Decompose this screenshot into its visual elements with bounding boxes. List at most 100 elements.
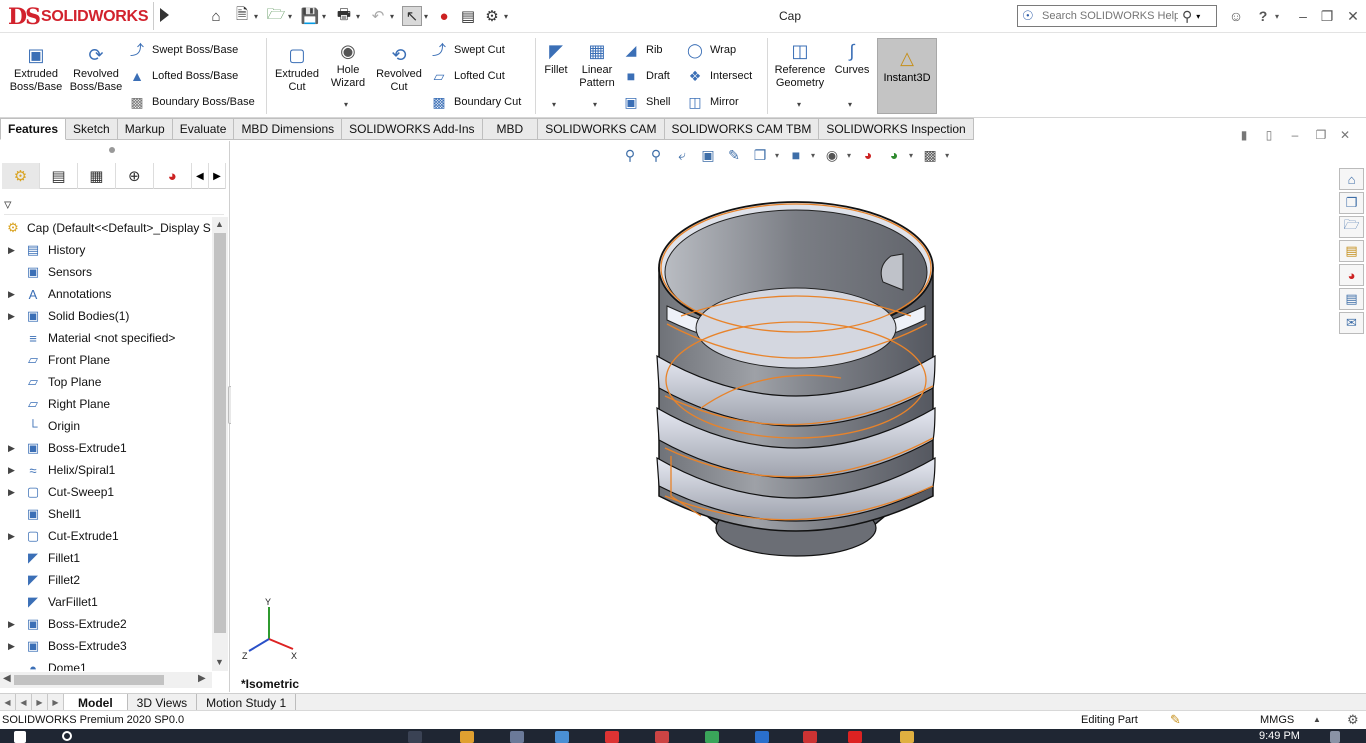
tree-item[interactable]: ▶ ▣ Boss-Extrude1 (0, 437, 212, 459)
options-dropdown-icon[interactable]: ▾ (502, 12, 510, 21)
rib-button[interactable]: ◢ Rib (622, 40, 663, 60)
view-orientation-dropdown-icon[interactable]: ▾ (775, 151, 779, 160)
tree-item[interactable]: ▶ ≈ Helix/Spiral1 (0, 459, 212, 481)
taskbar-clock[interactable]: 9:49 PM (1259, 730, 1300, 742)
instant3d-toggle[interactable]: △ Instant3D (877, 38, 937, 114)
tab-evaluate[interactable]: Evaluate (172, 118, 235, 140)
taskbar-search-icon[interactable] (62, 731, 72, 741)
doc-close-icon[interactable]: ✕ (1337, 127, 1353, 143)
expand-arrow-icon[interactable]: ▶ (8, 311, 20, 322)
user-account-icon[interactable]: ☺ (1226, 6, 1246, 26)
expand-arrow-icon[interactable]: ▶ (8, 487, 20, 498)
taskbar-app-1-icon[interactable] (460, 731, 474, 743)
tabs-last-icon[interactable]: ▶ (48, 694, 64, 711)
revolved-boss-button[interactable]: ⟳ Revolved Boss/Base (68, 44, 124, 94)
select-dropdown-icon[interactable]: ▾ (422, 12, 430, 21)
tab-mbd[interactable]: MBD (482, 118, 539, 140)
curves-button[interactable]: ∫ Curves (832, 40, 872, 77)
hole-wizard-dropdown-icon[interactable]: ▾ (344, 100, 348, 109)
tree-item[interactable]: ▣ Sensors (0, 261, 212, 283)
taskbar-tray-icon[interactable] (1330, 731, 1340, 743)
horizontal-scroll-thumb[interactable] (14, 675, 164, 685)
design-library-icon[interactable]: ❐ (1339, 192, 1364, 214)
lofted-boss-button[interactable]: ▲ Lofted Boss/Base (128, 66, 238, 86)
tree-item[interactable]: ▶ A Annotations (0, 283, 212, 305)
tree-item[interactable]: ▶ ▣ Solid Bodies(1) (0, 305, 212, 327)
reference-geometry-button[interactable]: ◫ Reference Geometry (770, 40, 830, 90)
status-customize-icon[interactable]: ⚙ (1347, 712, 1359, 728)
task-view-icon[interactable] (408, 731, 422, 743)
hole-wizard-button[interactable]: ◉ Hole Wizard (324, 40, 372, 90)
tree-item[interactable]: ▶ ▢ Cut-Sweep1 (0, 481, 212, 503)
appearances-scenes-icon[interactable]: ◕ (1339, 264, 1364, 286)
doc-minimize-icon[interactable]: – (1287, 127, 1303, 143)
taskbar-app-6-icon[interactable] (705, 731, 719, 743)
lofted-cut-button[interactable]: ▱ Lofted Cut (430, 66, 505, 86)
scroll-down-arrow-icon[interactable]: ▼ (215, 657, 224, 667)
scene-dropdown-icon[interactable]: ▾ (909, 151, 913, 160)
doc-tile-right-icon[interactable]: ▯ (1261, 127, 1277, 143)
expand-arrow-icon[interactable]: ▶ (8, 641, 20, 652)
panel-grip[interactable] (109, 147, 115, 153)
zoom-to-area-icon[interactable]: ⚲ (645, 144, 667, 166)
restore-window-icon[interactable]: ❐ (1317, 6, 1337, 26)
linear-pattern-button[interactable]: ▦ Linear Pattern (574, 40, 620, 90)
section-view-icon[interactable]: ▣ (697, 144, 719, 166)
print-icon[interactable]: 🖶 (334, 6, 354, 26)
display-style-icon[interactable]: ■ (785, 144, 807, 166)
tree-item[interactable]: ◓ Dome1 (0, 657, 212, 672)
draft-button[interactable]: ■ Draft (622, 66, 670, 86)
options-gear-icon[interactable]: ⚙ (482, 6, 502, 26)
unit-system-dropdown-icon[interactable]: ▲ (1313, 715, 1321, 724)
view-settings-icon[interactable]: ▩ (919, 144, 941, 166)
rebuild-traffic-light-icon[interactable]: ● (434, 6, 454, 26)
tab-markup[interactable]: Markup (117, 118, 173, 140)
previous-view-icon[interactable]: ⤶ (671, 144, 693, 166)
tree-item[interactable]: └ Origin (0, 415, 212, 437)
tree-root-part[interactable]: ⚙ Cap (Default<<Default>_Display S (0, 217, 212, 239)
tree-item[interactable]: ▱ Front Plane (0, 349, 212, 371)
tree-vertical-scrollbar[interactable]: ▲ ▼ (212, 217, 228, 671)
boundary-cut-button[interactable]: ▩ Boundary Cut (430, 92, 521, 112)
swept-cut-button[interactable]: ⤴ Swept Cut (430, 40, 505, 60)
taskbar-app-8-icon[interactable] (803, 731, 817, 743)
tree-item[interactable]: ▶ ▤ History (0, 239, 212, 261)
magnifier-icon[interactable]: ⚲ (1182, 8, 1192, 25)
expand-arrow-icon[interactable]: ▶ (8, 289, 20, 300)
select-cursor-icon[interactable]: ↖ (402, 6, 422, 26)
display-style-dropdown-icon[interactable]: ▾ (811, 151, 815, 160)
home-icon[interactable]: ⌂ (206, 6, 226, 26)
expand-arrow-icon[interactable]: ▶ (8, 245, 20, 256)
extruded-cut-button[interactable]: ▢ Extruded Cut (272, 44, 322, 94)
tree-item[interactable]: ▱ Right Plane (0, 393, 212, 415)
tab-features[interactable]: Features (0, 118, 67, 140)
tab-solidworks-cam[interactable]: SOLIDWORKS CAM (538, 118, 665, 140)
mirror-button[interactable]: ◫ Mirror (686, 92, 738, 112)
tab-motion-study-1[interactable]: Motion Study 1 (197, 694, 297, 711)
revolved-cut-button[interactable]: ⟲ Revolved Cut (374, 44, 424, 94)
menu-expand-arrow-icon[interactable] (160, 8, 169, 22)
scroll-left-arrow-icon[interactable]: ◀ (3, 673, 11, 684)
view-orientation-icon[interactable]: ❐ (749, 144, 771, 166)
taskbar-app-3-icon[interactable] (555, 731, 569, 743)
intersect-button[interactable]: ❖ Intersect (686, 66, 752, 86)
scroll-right-arrow-icon[interactable]: ▶ (198, 673, 206, 684)
expand-arrow-icon[interactable]: ▶ (8, 443, 20, 454)
expand-arrow-icon[interactable]: ▶ (8, 465, 20, 476)
tabs-first-icon[interactable]: ◀ (0, 694, 16, 711)
taskbar-app-7-icon[interactable] (755, 731, 769, 743)
tree-item[interactable]: ▱ Top Plane (0, 371, 212, 393)
reference-geometry-dropdown-icon[interactable]: ▾ (797, 100, 801, 109)
help-search-box[interactable]: ☉ ⚲ ▾ (1017, 5, 1217, 27)
solidworks-resources-icon[interactable]: ⌂ (1339, 168, 1364, 190)
tab-model[interactable]: Model (64, 694, 128, 711)
view-palette-icon[interactable]: ▤ (1339, 240, 1364, 262)
tab-solidworks-cam-tbm[interactable]: SOLIDWORKS CAM TBM (664, 118, 820, 140)
minimize-window-icon[interactable]: – (1293, 6, 1313, 26)
shell-button[interactable]: ▣ Shell (622, 92, 670, 112)
edit-appearance-icon[interactable]: ◕ (857, 144, 879, 166)
extruded-boss-button[interactable]: ▣ Extruded Boss/Base (8, 44, 64, 94)
tree-item[interactable]: ≡ Material <not specified> (0, 327, 212, 349)
swept-boss-button[interactable]: ⤴ Swept Boss/Base (128, 40, 238, 60)
taskbar-solidworks-icon[interactable] (848, 731, 862, 743)
